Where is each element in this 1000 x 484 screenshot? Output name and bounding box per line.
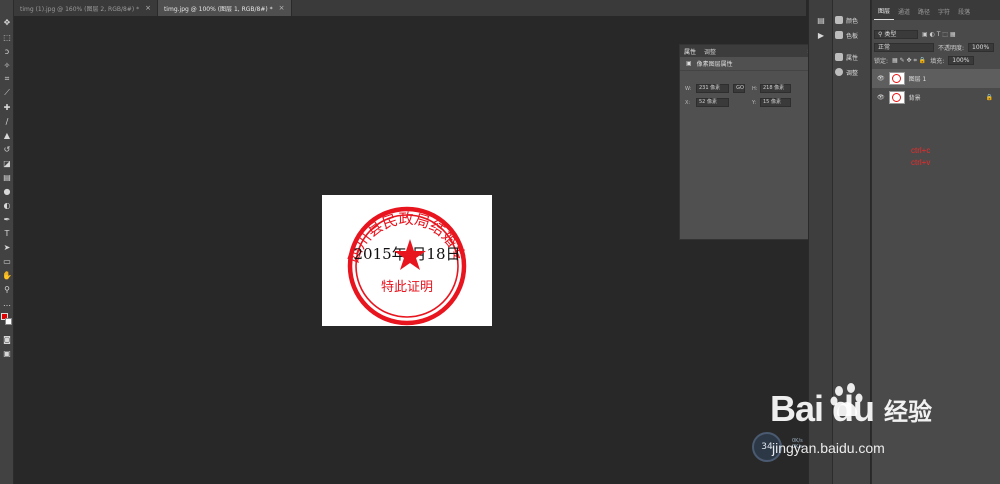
layers-panel-tabs: 图层 通道 路径 字符 段落 [872,0,1000,20]
path-select-icon[interactable]: ➤ [1,241,13,253]
dock-label: 色板 [846,32,859,40]
layer-name: 图层 1 [908,76,927,83]
type-icon[interactable]: T [1,227,13,239]
canvas-image[interactable]: 四川县民政局结婚专用 2015年 月18日 特此证明 [314,181,492,326]
note-ctrl-v: ctrl+v [911,158,931,167]
width-field[interactable]: 231 像素 [696,84,729,93]
layer-name: 背景 [908,95,921,102]
history-brush-icon[interactable]: ↺ [1,143,13,155]
tab-adjustments[interactable]: 调整 [704,47,716,56]
background-color-swatch[interactable] [5,318,12,325]
pixel-layer-properties: ▣ 像素图层属性 [680,57,827,71]
tab-layers[interactable]: 图层 [874,6,895,20]
document-tabs: timg (1).jpg @ 160% (图层 2, RGB/8#) * × t… [14,0,806,16]
magic-wand-icon[interactable]: ✧ [1,59,13,71]
history-icon[interactable]: ▤ [815,14,827,26]
seal-stamp: 四川县民政局结婚专用 2015年 月18日 特此证明 [314,181,469,326]
fill-field[interactable]: 100% [948,56,975,65]
color-icon [835,16,843,24]
w-label: W: [685,86,692,92]
more-icon[interactable]: … [1,297,13,309]
dock-adjustments[interactable]: 调整 [835,66,871,78]
tab-character[interactable]: 字符 [934,7,954,20]
screen-mode-icon[interactable]: ▣ [1,347,13,359]
y-field[interactable]: 15 像素 [760,98,791,107]
properties-panel: 属性 调整 ›› ≡ ▣ 像素图层属性 W: 231 像素 GO H: 218 … [679,44,828,240]
lock-label: 锁定: [874,58,889,65]
adjustments-icon [835,68,843,76]
layer-row[interactable]: 👁 背景 🔒 [872,88,1000,107]
close-icon[interactable]: × [145,4,151,12]
layer-thumbnail [888,91,905,104]
dock-label: 颜色 [846,17,859,25]
dock-label: 属性 [846,54,859,62]
lock-row: 锁定: ▦ ✎ ✥ ⌗ 🔒 填充: 100% [874,55,998,66]
stamp-bottom-text: 特此证明 [381,280,433,295]
eye-icon[interactable]: 👁 [877,94,885,101]
layer-thumbnail [888,72,905,85]
x-label: X: [685,100,691,106]
document-tab-active[interactable]: timg.jpg @ 100% (图层 1, RGB/8#) * × [157,0,292,16]
gradient-icon[interactable]: ▤ [1,171,13,183]
dock-color[interactable]: 颜色 [835,14,871,26]
properties-icon [835,53,843,61]
marquee-icon[interactable]: ⬚ [1,31,13,43]
healing-brush-icon[interactable]: ✚ [1,101,13,113]
filter-icons[interactable]: ▣ ◐ T ⬚ ▦ [922,31,956,38]
properties-panel-header: 属性 调整 ›› ≡ [680,45,827,57]
dock-properties[interactable]: 属性 [835,51,871,63]
blur-icon[interactable]: ● [1,185,13,197]
note-ctrl-c: ctrl+c [911,146,931,155]
quick-mask-icon[interactable]: ◙ [1,333,13,345]
link-dimensions-button[interactable]: GO [733,84,745,93]
crop-icon[interactable]: ⌗ [1,73,13,85]
opacity-label: 不透明度: [938,45,965,52]
blend-mode-select[interactable]: 正常 [874,43,934,52]
section-title: 像素图层属性 [696,61,733,68]
paw-icon [830,383,863,416]
eye-icon[interactable]: 👁 [877,75,885,82]
watermark-url: jingyan.baidu.com [772,440,885,456]
image-icon: ▣ [686,60,692,67]
height-field[interactable]: 218 像素 [760,84,791,93]
eraser-icon[interactable]: ◪ [1,157,13,169]
tab-paragraph[interactable]: 段落 [954,7,974,20]
close-icon[interactable]: × [279,4,285,12]
jingyan-label: 经验 [884,398,932,426]
tools-panel: ✥ ⬚ ↄ ✧ ⌗ ⟋ ✚ ∕ ▲ ↺ ◪ ▤ ● ◐ ✒ T ➤ ▭ ✋ ⚲ … [0,0,14,484]
pen-icon[interactable]: ✒ [1,213,13,225]
zoom-icon[interactable]: ⚲ [1,283,13,295]
filter-kind-select[interactable]: ⚲ 类型 [874,30,918,39]
document-tab[interactable]: timg (1).jpg @ 160% (图层 2, RGB/8#) * × [14,0,158,16]
stamp-icon[interactable]: ▲ [1,129,13,141]
lasso-icon[interactable]: ↄ [1,45,13,57]
play-icon[interactable]: ▶ [815,29,827,41]
lock-icons[interactable]: ▦ ✎ ✥ ⌗ 🔒 [892,57,926,65]
lock-icon: 🔒 [985,94,993,101]
tab-paths[interactable]: 路径 [914,7,934,20]
blend-row: 正常 不透明度: 100% [874,42,998,53]
layer-row[interactable]: 👁 图层 1 [872,69,1000,88]
dock-swatches[interactable]: 色板 [835,29,871,41]
baidu-jingyan-watermark: Bai du 经验 34 0K/s 0K/s jingyan.baidu.com [752,378,952,468]
h-label: H: [752,86,758,92]
brush-icon[interactable]: ∕ [1,115,13,127]
y-label: Y: [752,100,757,106]
x-field[interactable]: 52 像素 [696,98,729,107]
tab-label: timg.jpg @ 100% (图层 1, RGB/8#) * [163,5,273,13]
eyedropper-icon[interactable]: ⟋ [1,87,13,99]
opacity-field[interactable]: 100% [968,43,995,52]
tab-properties[interactable]: 属性 [684,47,696,56]
dodge-icon[interactable]: ◐ [1,199,13,211]
move-icon[interactable]: ✥ [1,16,13,28]
filter-kind-value: 类型 [884,31,897,38]
fill-label: 填充: [930,58,945,65]
hand-icon[interactable]: ✋ [1,269,13,281]
shape-icon[interactable]: ▭ [1,255,13,267]
dock-label: 调整 [846,69,859,77]
tab-label: timg (1).jpg @ 160% (图层 2, RGB/8#) * [20,5,140,13]
layer-filter-row: ⚲ 类型 ▣ ◐ T ⬚ ▦ [874,29,998,40]
tab-channels[interactable]: 通道 [894,7,914,20]
swatches-icon [835,31,843,39]
